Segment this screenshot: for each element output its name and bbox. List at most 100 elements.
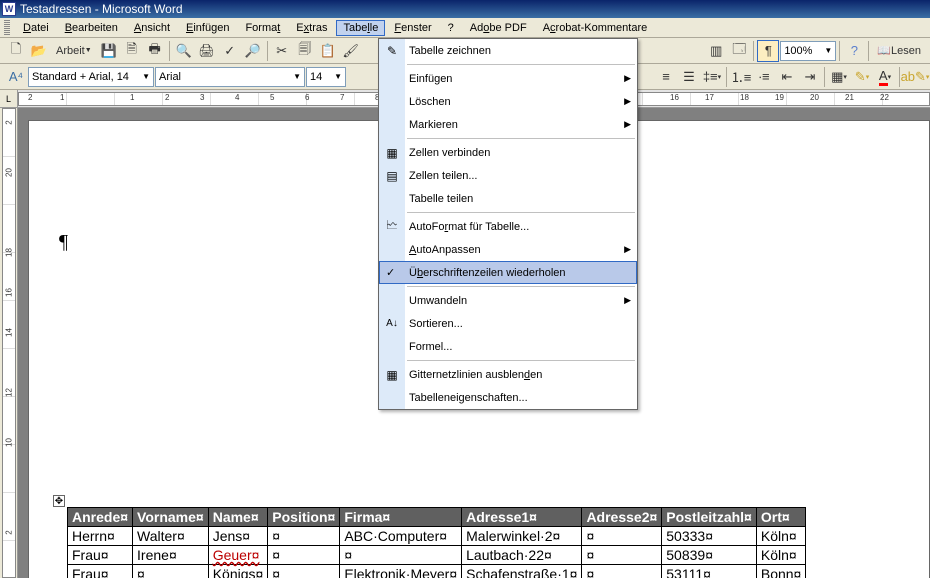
col-name[interactable]: Name¤	[208, 508, 268, 527]
outdent-icon[interactable]: ⇤	[776, 66, 798, 88]
table-row[interactable]: Herrn¤ Walter¤ Jens¤ ¤ ABC·Computer¤ Mal…	[68, 527, 806, 546]
menu-einfuegen[interactable]: Einfügen	[179, 20, 236, 36]
menu-adobe-pdf[interactable]: Adobe PDF	[463, 20, 534, 36]
font-color-icon[interactable]: A▾	[874, 66, 896, 88]
menu-autoformat[interactable]: 🗠AutoFormat für Tabelle...	[379, 215, 637, 238]
highlight2-icon[interactable]: ab✎▾	[904, 66, 926, 88]
menu-zellen-verbinden[interactable]: ▦Zellen verbinden	[379, 141, 637, 164]
lesen-button[interactable]: 📖 Lesen	[872, 40, 926, 62]
split-cells-icon: ▤	[383, 169, 401, 183]
menu-bearbeiten[interactable]: Bearbeiten	[58, 20, 125, 36]
style-combo[interactable]: Standard + Arial, 14▼	[28, 67, 154, 87]
menu-gitternetz[interactable]: ▦Gitternetzlinien ausblenden	[379, 363, 637, 386]
columns-icon[interactable]: ▥	[705, 40, 727, 62]
help-icon[interactable]: ?	[843, 40, 865, 62]
ruler-corner: L	[0, 90, 18, 108]
sort-icon: A↓	[383, 318, 401, 329]
font-combo[interactable]: Arial▼	[155, 67, 305, 87]
col-plz[interactable]: Postleitzahl¤	[662, 508, 757, 527]
menu-umwandeln-sub[interactable]: Umwandeln▶	[379, 289, 637, 312]
menu-format[interactable]: Format	[238, 20, 287, 36]
menu-loeschen-sub[interactable]: Löschen▶	[379, 90, 637, 113]
bullet-list-icon[interactable]: ∙≡	[753, 66, 775, 88]
menu-bar: Datei Bearbeiten Ansicht Einfügen Format…	[0, 18, 930, 38]
submenu-arrow-icon: ▶	[624, 295, 631, 306]
menu-eigenschaften[interactable]: Tabelleneigenschaften...	[379, 386, 637, 409]
col-ort[interactable]: Ort¤	[756, 508, 805, 527]
menu-ueberschriftenzeilen[interactable]: ✓Überschriftenzeilen wiederholen	[379, 261, 637, 284]
menu-sortieren[interactable]: A↓Sortieren...	[379, 312, 637, 335]
col-vorname[interactable]: Vorname¤	[133, 508, 209, 527]
pilcrow-mark: ¶	[59, 231, 68, 254]
savecopy-icon[interactable]: 🗎	[121, 40, 143, 62]
numbered-list-icon[interactable]: ⒈≡	[730, 66, 752, 88]
research-icon[interactable]: 🔎	[242, 40, 264, 62]
submenu-arrow-icon: ▶	[624, 73, 631, 84]
highlight-icon[interactable]: ✎▾	[851, 66, 873, 88]
col-adresse1[interactable]: Adresse1¤	[462, 508, 582, 527]
arbeit-button[interactable]: Arbeit ▼	[51, 40, 97, 62]
submenu-arrow-icon: ▶	[624, 96, 631, 107]
separator	[726, 67, 727, 87]
menu-extras[interactable]: Extras	[289, 20, 334, 36]
separator	[839, 41, 840, 61]
menu-ansicht[interactable]: Ansicht	[127, 20, 177, 36]
borders-icon[interactable]: ▦▾	[828, 66, 850, 88]
printer-icon[interactable]: 🖨	[196, 40, 218, 62]
checkmark-icon: ✓	[386, 266, 395, 279]
open-icon[interactable]: 📂	[28, 40, 50, 62]
align-right-icon[interactable]: ≡	[655, 66, 677, 88]
table-move-handle[interactable]: ✥	[53, 495, 65, 507]
menu-zellen-teilen[interactable]: ▤Zellen teilen...	[379, 164, 637, 187]
spellcheck-icon[interactable]: ✓	[219, 40, 241, 62]
merge-cells-icon: ▦	[383, 146, 401, 160]
data-table[interactable]: Anrede¤ Vorname¤ Name¤ Position¤ Firma¤ …	[67, 507, 806, 578]
table-row[interactable]: Frau¤ Irene¤ Geuer¤ ¤ ¤ Lautbach·22¤ ¤ 5…	[68, 546, 806, 565]
menu-autoanpassen-sub[interactable]: AutoAnpassen▶	[379, 238, 637, 261]
copy-icon[interactable]: 🗐	[294, 40, 316, 62]
paste-icon[interactable]: 📋	[317, 40, 339, 62]
separator	[753, 41, 754, 61]
format-painter-icon[interactable]: 🖌	[340, 40, 362, 62]
separator	[267, 41, 268, 61]
menu-einfuegen-sub[interactable]: Einfügen▶	[379, 67, 637, 90]
grid-icon: ▦	[383, 368, 401, 382]
print-preview-icon[interactable]: 🔍	[173, 40, 195, 62]
menu-formel[interactable]: Formel...	[379, 335, 637, 358]
menu-datei[interactable]: Datei	[16, 20, 56, 36]
menu-acrobat-kommentare[interactable]: Acrobat-Kommentare	[536, 20, 655, 36]
col-position[interactable]: Position¤	[268, 508, 340, 527]
styles-pane-icon[interactable]: A⁴	[5, 66, 27, 88]
cut-icon[interactable]: ✂	[271, 40, 293, 62]
col-firma[interactable]: Firma¤	[340, 508, 462, 527]
menu-tabelle-zeichnen[interactable]: ✎Tabelle zeichnen	[379, 39, 637, 62]
menu-help[interactable]: ?	[441, 20, 461, 36]
separator	[824, 67, 825, 87]
indent-icon[interactable]: ⇥	[799, 66, 821, 88]
print-icon[interactable]: 🖶	[144, 40, 166, 62]
fontsize-combo[interactable]: 14▼	[306, 67, 346, 87]
menu-markieren-sub[interactable]: Markieren▶	[379, 113, 637, 136]
menu-separator	[407, 212, 635, 213]
menu-separator	[407, 64, 635, 65]
tabelle-dropdown: ✎Tabelle zeichnen Einfügen▶ Löschen▶ Mar…	[378, 38, 638, 410]
save-icon[interactable]: 💾	[98, 40, 120, 62]
submenu-arrow-icon: ▶	[624, 119, 631, 130]
col-anrede[interactable]: Anrede¤	[68, 508, 133, 527]
menu-fenster[interactable]: Fenster	[387, 20, 438, 36]
vertical-ruler[interactable]: 2 20 18 16 14 12 10 2	[0, 108, 18, 578]
menu-tabelle-teilen[interactable]: Tabelle teilen	[379, 187, 637, 210]
word-app-icon: W	[2, 2, 16, 16]
align-justify-icon[interactable]: ☰	[678, 66, 700, 88]
title-bar: W Testadressen - Microsoft Word	[0, 0, 930, 18]
zoom-combo[interactable]: 100%▼	[780, 41, 836, 61]
new-doc-icon[interactable]: 🗋	[5, 40, 27, 62]
show-marks-icon[interactable]: ¶	[757, 40, 779, 62]
table-row[interactable]: Frau¤ ¤ Königs¤ ¤ Elektronik·Meyer¤ Scha…	[68, 565, 806, 578]
col-adresse2[interactable]: Adresse2¤	[582, 508, 662, 527]
separator	[169, 41, 170, 61]
toolbar-grip[interactable]	[4, 20, 10, 36]
menu-tabelle[interactable]: Tabelle	[336, 20, 385, 36]
toolbar-icon[interactable]: 🗔	[728, 40, 750, 62]
line-spacing-icon[interactable]: ‡≡▾	[701, 66, 723, 88]
